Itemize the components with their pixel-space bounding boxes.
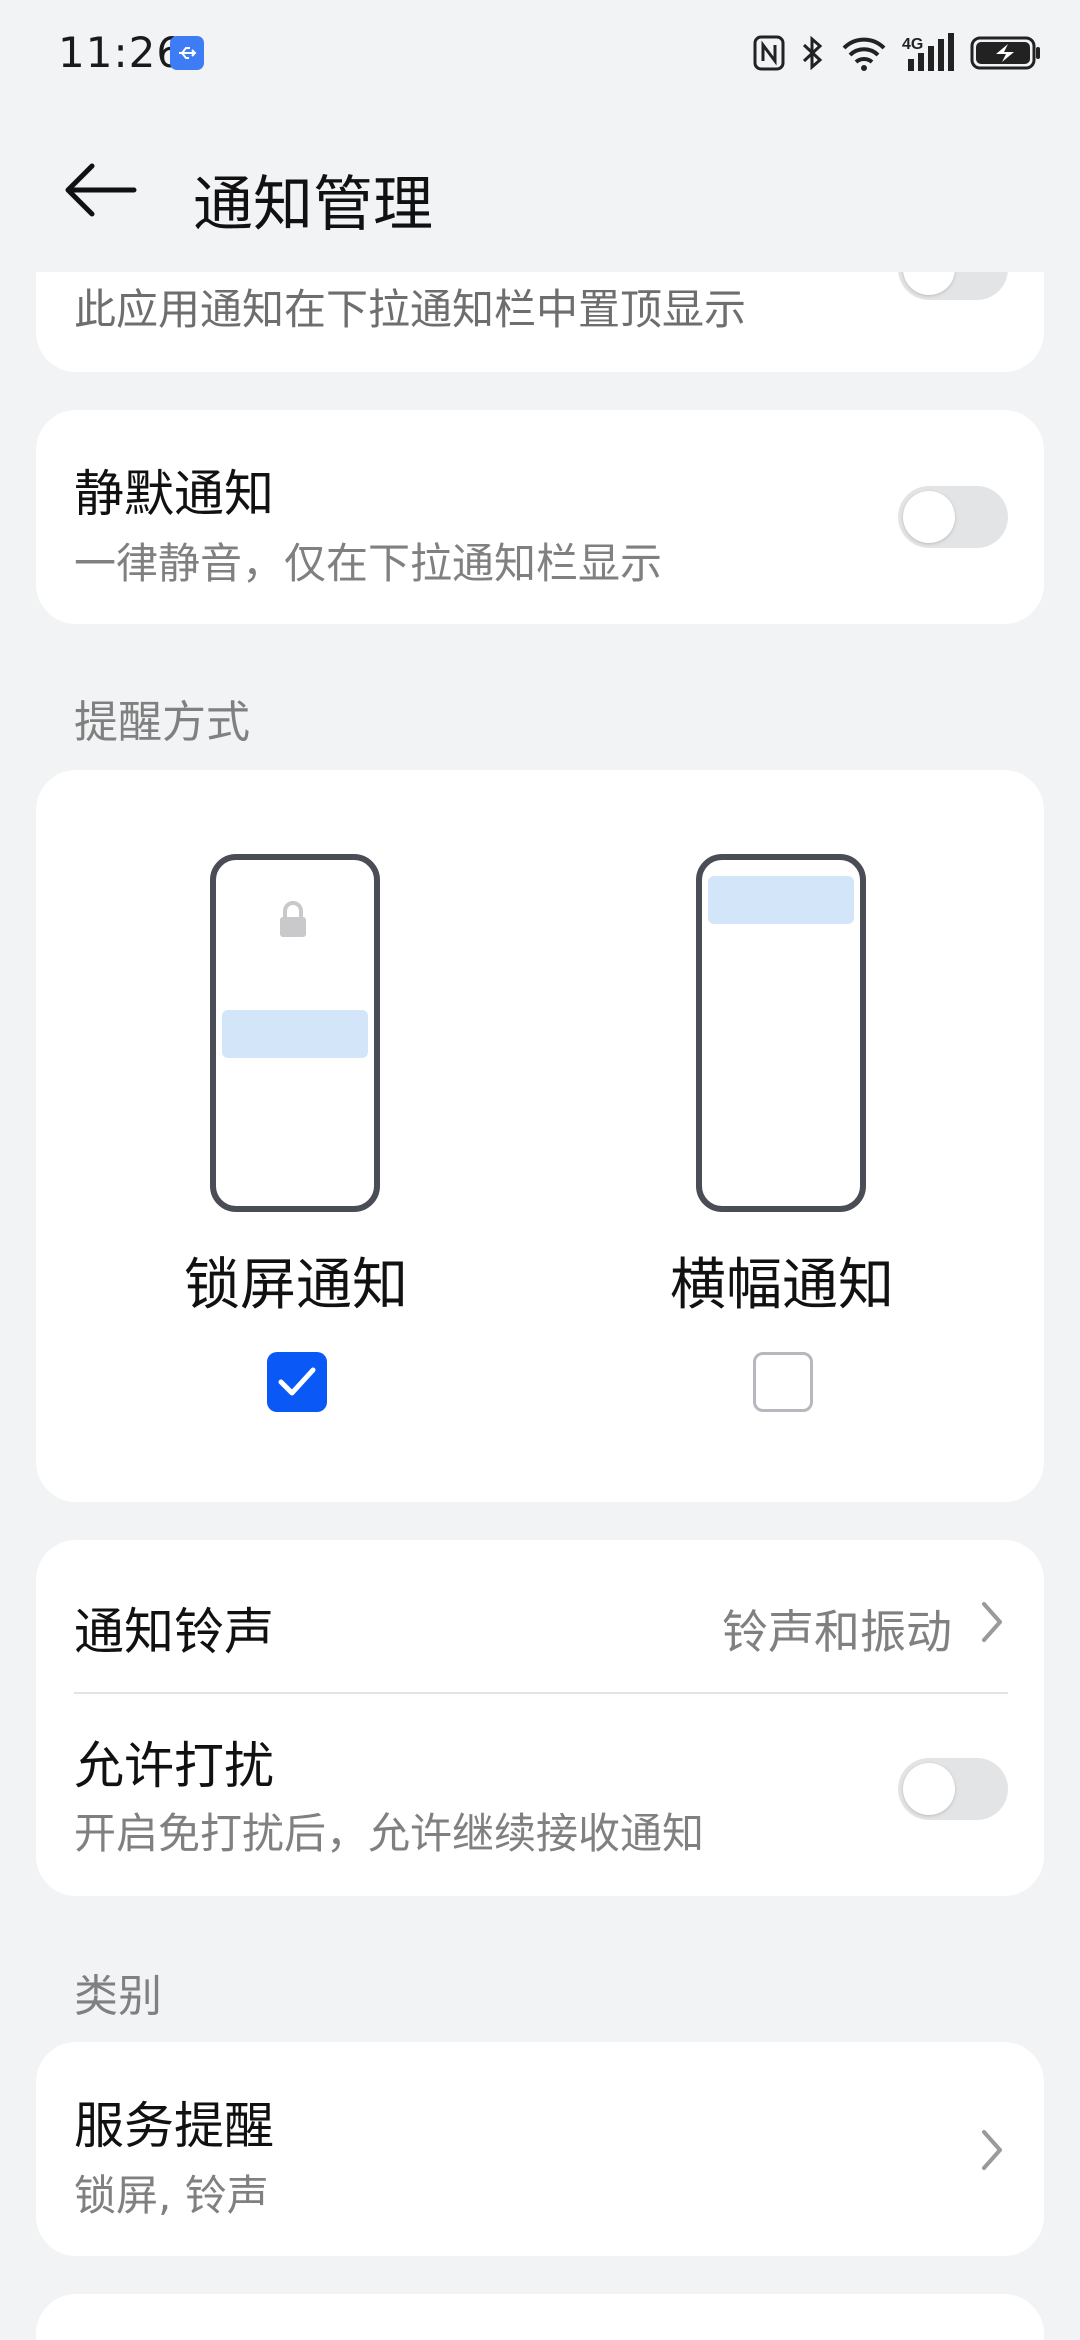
status-icons: 4G bbox=[752, 30, 1042, 76]
header: 通知管理 bbox=[0, 130, 1080, 250]
service-reminder-subtitle: 锁屏, 铃声 bbox=[74, 2171, 269, 2220]
page-title: 通知管理 bbox=[193, 170, 433, 240]
notification-banner bbox=[708, 876, 854, 924]
reminder-section-label: 提醒方式 bbox=[74, 697, 250, 748]
ringtone-value: 铃声和振动 bbox=[722, 1605, 952, 1659]
dnd-toggle[interactable] bbox=[898, 1758, 1008, 1820]
sound-settings-card: 通知铃声 铃声和振动 允许打扰 开启免打扰后，允许继续接收通知 bbox=[36, 1540, 1044, 1896]
ringtone-title: 通知铃声 bbox=[74, 1603, 274, 1661]
lockscreen-checkbox[interactable] bbox=[267, 1352, 327, 1412]
pinned-notification-toggle[interactable] bbox=[898, 272, 1008, 300]
silent-notification-card[interactable]: 静默通知 一律静音，仅在下拉通知栏显示 bbox=[36, 410, 1044, 624]
notification-banner bbox=[222, 1010, 368, 1058]
reminder-style-card: 锁屏通知 横幅通知 bbox=[36, 770, 1044, 1502]
dnd-title: 允许打扰 bbox=[74, 1737, 274, 1795]
back-arrow-icon bbox=[65, 163, 137, 217]
service-reminder-title: 服务提醒 bbox=[74, 2097, 274, 2155]
pinned-notification-card[interactable]: 此应用通知在下拉通知栏中置顶显示 bbox=[36, 272, 1044, 372]
silent-notification-toggle[interactable] bbox=[898, 486, 1008, 548]
next-category-card[interactable] bbox=[36, 2294, 1044, 2340]
toggle-knob bbox=[903, 491, 955, 543]
nfc-icon bbox=[753, 35, 785, 71]
chevron-right-icon bbox=[982, 2130, 1002, 2170]
divider bbox=[74, 1692, 1008, 1694]
pinned-notification-subtitle: 此应用通知在下拉通知栏中置顶显示 bbox=[74, 285, 747, 334]
dnd-subtitle: 开启免打扰后，允许继续接收通知 bbox=[74, 1809, 705, 1858]
usb-icon bbox=[170, 36, 204, 70]
silent-notification-title: 静默通知 bbox=[74, 465, 274, 523]
signal-4g-icon: 4G bbox=[902, 33, 954, 71]
checkmark-icon bbox=[278, 1367, 316, 1396]
lock-icon bbox=[280, 901, 306, 937]
wifi-icon bbox=[842, 37, 886, 71]
back-button[interactable] bbox=[62, 154, 146, 226]
category-section-label: 类别 bbox=[74, 1971, 162, 2022]
lockscreen-option-label: 锁屏通知 bbox=[184, 1253, 408, 1318]
lockscreen-illustration bbox=[210, 854, 380, 1212]
status-time: 11:26 bbox=[58, 28, 185, 77]
bluetooth-icon bbox=[802, 35, 823, 71]
toggle-knob bbox=[903, 272, 955, 295]
toggle-knob bbox=[903, 1763, 955, 1815]
svg-text:4G: 4G bbox=[902, 36, 923, 53]
status-bar: 11:26 4G bbox=[0, 0, 1080, 110]
battery-charging-icon bbox=[970, 36, 1040, 70]
banner-checkbox[interactable] bbox=[753, 1352, 813, 1412]
silent-notification-subtitle: 一律静音，仅在下拉通知栏显示 bbox=[74, 539, 663, 588]
banner-illustration bbox=[696, 854, 866, 1212]
chevron-right-icon bbox=[982, 1602, 1002, 1642]
service-reminder-card[interactable]: 服务提醒 锁屏, 铃声 bbox=[36, 2042, 1044, 2256]
banner-option-label: 横幅通知 bbox=[670, 1253, 894, 1318]
